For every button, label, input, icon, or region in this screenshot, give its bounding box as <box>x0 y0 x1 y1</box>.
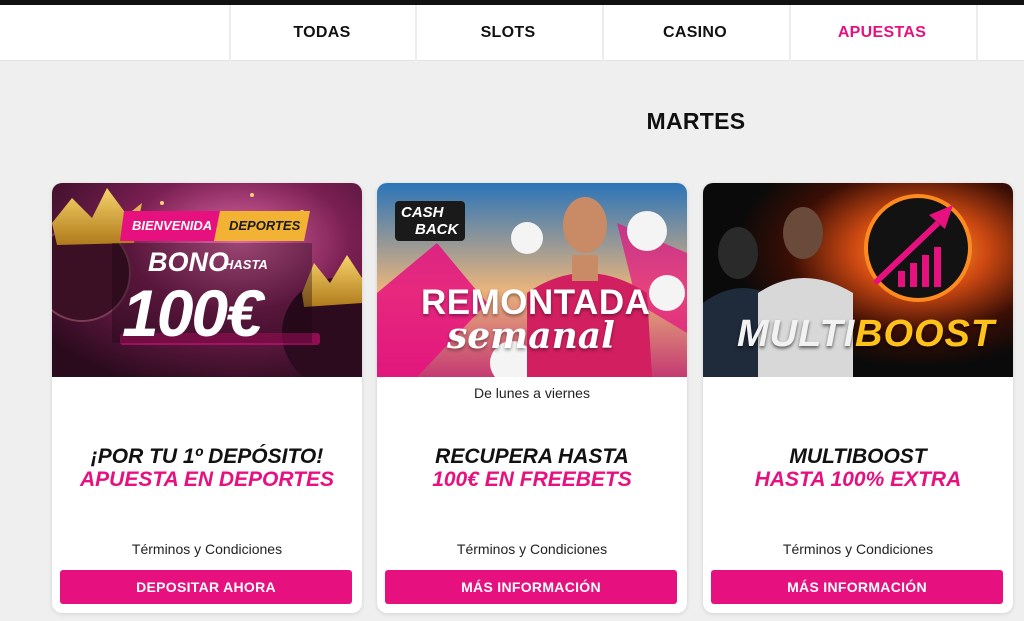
day-title: MARTES <box>646 108 746 134</box>
tab-casino[interactable]: CASINO <box>602 5 786 61</box>
banner-amount: 100€ <box>122 276 263 350</box>
banner-tag-left: BIENVENIDA <box>132 218 213 233</box>
banner-multi-word: MULTI <box>737 313 856 355</box>
banner-semanal-script: semanal <box>447 315 615 357</box>
cashback-badge-line-1: CASH <box>401 204 444 221</box>
headline-line-2: APUESTA EN DEPORTES <box>80 468 334 491</box>
card-headline: ¡POR TU 1º DEPÓSITO! APUESTA EN DEPORTES <box>52 445 362 491</box>
headline-line-2: HASTA 100% EXTRA <box>754 468 962 491</box>
cashback-badge-line-2: BACK <box>415 221 459 238</box>
banner-boost-word: BOOST <box>855 313 996 355</box>
headline-line-1: RECUPERA HASTA <box>435 445 629 468</box>
promo-banner-multiboost[interactable]: MULTI BOOST <box>703 183 1013 377</box>
headline-line-1: MULTIBOOST <box>789 445 927 468</box>
promo-banner-cashback[interactable]: CASH BACK REMONTADA semanal <box>377 183 687 377</box>
terms-link[interactable]: Términos y Condiciones <box>377 541 687 557</box>
promo-card-cashback: CASH BACK REMONTADA semanal De lunes a v… <box>377 183 687 613</box>
banner-tag-right: DEPORTES <box>229 218 301 233</box>
tab-slots[interactable]: SLOTS <box>415 5 599 61</box>
promo-banner-welcome[interactable]: BIENVENIDA DEPORTES BONO HASTA 100€ <box>52 183 362 377</box>
banner-bono-text: BONO <box>148 247 229 277</box>
deposit-now-button[interactable]: DEPOSITAR AHORA <box>60 570 352 604</box>
card-headline: RECUPERA HASTA 100€ EN FREEBETS <box>377 445 687 491</box>
tab-apuestas[interactable]: APUESTAS <box>789 5 973 61</box>
banner-hasta-text: HASTA <box>224 257 268 272</box>
terms-link[interactable]: Términos y Condiciones <box>52 541 362 557</box>
more-info-button[interactable]: MÁS INFORMACIÓN <box>711 570 1003 604</box>
tab-more[interactable] <box>976 5 1024 61</box>
headline-line-1: ¡POR TU 1º DEPÓSITO! <box>90 445 324 468</box>
headline-line-2: 100€ EN FREEBETS <box>432 468 632 491</box>
terms-link[interactable]: Términos y Condiciones <box>703 541 1013 557</box>
card-headline: MULTIBOOST HASTA 100% EXTRA <box>703 445 1013 491</box>
promo-card-welcome: BIENVENIDA DEPORTES BONO HASTA 100€ ¡POR… <box>52 183 362 613</box>
category-tabs: TODAS SLOTS CASINO APUESTAS <box>0 5 1024 61</box>
promo-card-multiboost: MULTI BOOST MULTIBOOST HASTA 100% EXTRA … <box>703 183 1013 613</box>
tab-todas[interactable]: TODAS <box>229 5 413 61</box>
more-info-button[interactable]: MÁS INFORMACIÓN <box>385 570 677 604</box>
card-subtitle: De lunes a viernes <box>474 385 590 401</box>
